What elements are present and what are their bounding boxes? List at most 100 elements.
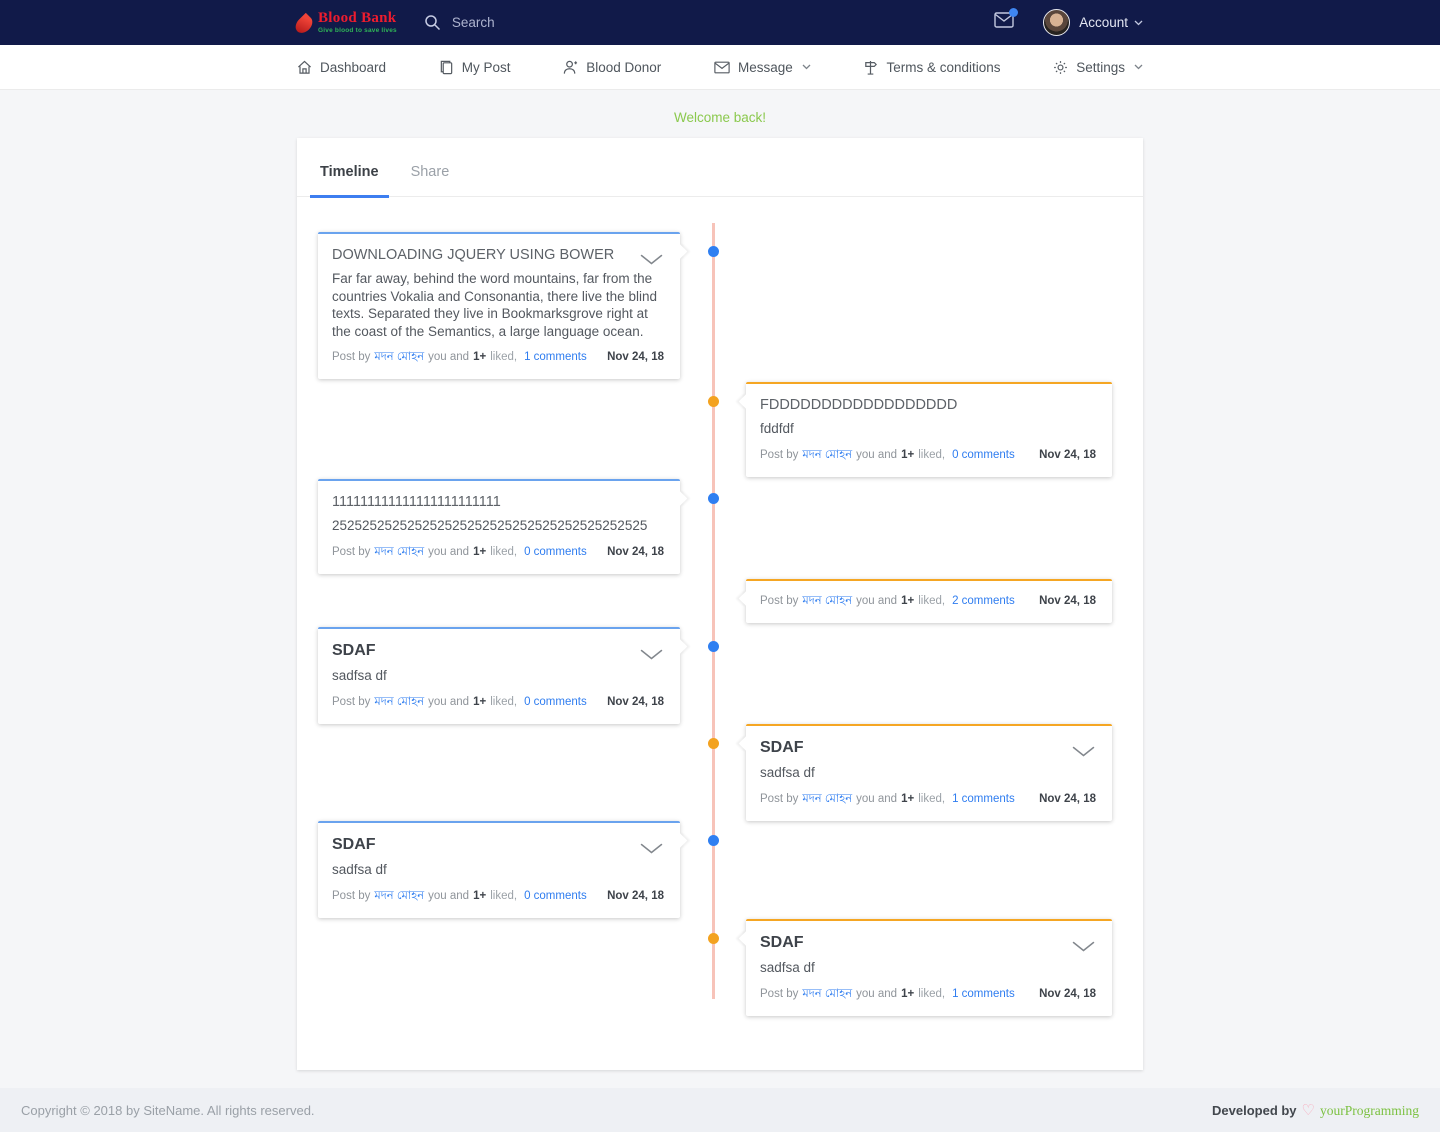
author-link[interactable]: মদন মোহন xyxy=(374,887,424,906)
post-by-label: Post by xyxy=(332,890,370,902)
you-and-label: you and xyxy=(856,988,897,1000)
post-by-label: Post by xyxy=(760,793,798,805)
post-meta: Post by মদন মোহন you and 1+ liked, 0 com… xyxy=(332,887,664,906)
sign-icon xyxy=(863,60,878,75)
post-body: sadfsa df xyxy=(332,667,664,685)
tab-bar: Timeline Share xyxy=(297,138,1143,197)
comments-link[interactable]: 1 comments xyxy=(952,988,1015,1000)
author-link[interactable]: মদন মোহন xyxy=(802,985,852,1004)
chevron-down-icon[interactable] xyxy=(1072,939,1095,957)
timeline-dot xyxy=(708,835,719,846)
post-meta: Post by মদন মোহন you and 1+ liked, 2 com… xyxy=(760,592,1096,611)
liked-label: liked, xyxy=(918,793,945,805)
post-meta: Post by মদন মোহন you and 1+ liked, 1 com… xyxy=(332,348,664,367)
post-body: Far far away, behind the word mountains,… xyxy=(332,270,664,340)
avatar[interactable] xyxy=(1043,9,1070,36)
nav-item-label: Message xyxy=(738,60,793,75)
chevron-down-icon xyxy=(1134,20,1143,26)
comments-link[interactable]: 0 comments xyxy=(952,449,1015,461)
post-date: Nov 24, 18 xyxy=(607,696,664,708)
comments-link[interactable]: 1 comments xyxy=(524,351,587,363)
chevron-down-icon[interactable] xyxy=(1072,744,1095,762)
comments-link[interactable]: 1 comments xyxy=(952,793,1015,805)
timeline-dot xyxy=(708,396,719,407)
post-meta: Post by মদন মোহন you and 1+ liked, 0 com… xyxy=(760,446,1096,465)
nav-item-settings[interactable]: Settings xyxy=(1053,60,1143,75)
chevron-down-icon xyxy=(802,64,811,70)
liked-label: liked, xyxy=(918,449,945,461)
post-title: SDAF xyxy=(332,836,664,854)
search-icon xyxy=(424,14,441,31)
nav-item-label: Blood Donor xyxy=(586,60,661,75)
you-and-label: you and xyxy=(428,696,469,708)
timeline-dot xyxy=(708,641,719,652)
author-link[interactable]: মদন মোহন xyxy=(802,790,852,809)
nav-item-label: My Post xyxy=(462,60,511,75)
liked-count: 1+ xyxy=(473,351,486,363)
post-body: sadfsa df xyxy=(760,764,1096,782)
post-card: SDAF sadfsa df Post by মদন মোহন you and … xyxy=(746,919,1112,1016)
liked-label: liked, xyxy=(918,595,945,607)
timeline-dot xyxy=(708,933,719,944)
search-box xyxy=(424,14,672,31)
brand-tagline: Give blood to save lives xyxy=(318,28,397,35)
post-card: FDDDDDDDDDDDDDDDDDD fddfdf Post by মদন ম… xyxy=(746,382,1112,477)
you-and-label: you and xyxy=(428,546,469,558)
post-meta: Post by মদন মোহন you and 1+ liked, 0 com… xyxy=(332,693,664,712)
timeline-dot xyxy=(708,246,719,257)
timeline-dot xyxy=(708,493,719,504)
post-card: SDAF sadfsa df Post by মদন মোহন you and … xyxy=(318,821,680,918)
mail-icon[interactable] xyxy=(994,12,1014,33)
nav-item-message[interactable]: Message xyxy=(714,60,811,75)
heart-icon: ♡ xyxy=(1302,1103,1315,1118)
liked-count: 1+ xyxy=(473,696,486,708)
post-meta: Post by মদন মোহন you and 1+ liked, 1 com… xyxy=(760,790,1096,809)
author-link[interactable]: মদন মোহন xyxy=(374,693,424,712)
tab-share[interactable]: Share xyxy=(401,138,460,196)
tab-timeline[interactable]: Timeline xyxy=(310,138,389,196)
home-icon xyxy=(297,60,312,75)
top-header: Blood Bank Give blood to save lives Acco… xyxy=(0,0,1440,45)
post-by-label: Post by xyxy=(332,546,370,558)
liked-label: liked, xyxy=(918,988,945,1000)
you-and-label: you and xyxy=(428,890,469,902)
author-link[interactable]: মদন মোহন xyxy=(374,348,424,367)
you-and-label: you and xyxy=(428,351,469,363)
author-link[interactable]: মদন মোহন xyxy=(802,592,852,611)
author-link[interactable]: মদন মোহন xyxy=(374,543,424,562)
page-body: Welcome back! Timeline Share DOWNLOADING… xyxy=(0,90,1440,1088)
post-meta: Post by মদন মোহন you and 1+ liked, 0 com… xyxy=(332,543,664,562)
blood-drop-icon xyxy=(292,12,315,35)
post-title: SDAF xyxy=(760,739,1096,757)
post-title: FDDDDDDDDDDDDDDDDDD xyxy=(760,397,1096,413)
liked-label: liked, xyxy=(490,546,517,558)
post-body: sadfsa df xyxy=(760,959,1096,977)
account-menu[interactable]: Account xyxy=(1079,15,1143,30)
post-date: Nov 24, 18 xyxy=(1039,988,1096,1000)
post-title: 111111111111111111111111 xyxy=(332,494,664,510)
search-input[interactable] xyxy=(452,15,672,30)
comments-link[interactable]: 2 comments xyxy=(952,595,1015,607)
chevron-down-icon[interactable] xyxy=(640,252,663,270)
chevron-down-icon[interactable] xyxy=(640,647,663,665)
comments-link[interactable]: 0 comments xyxy=(524,890,587,902)
account-label: Account xyxy=(1079,15,1128,30)
nav-item-blood-donor[interactable]: Blood Donor xyxy=(563,60,661,75)
nav-item-terms-conditions[interactable]: Terms & conditions xyxy=(863,60,1000,75)
brand-logo[interactable]: Blood Bank Give blood to save lives xyxy=(297,11,397,35)
chevron-down-icon[interactable] xyxy=(640,841,663,859)
timeline-dot xyxy=(708,738,719,749)
nav-item-my-post[interactable]: My Post xyxy=(439,60,511,75)
comments-link[interactable]: 0 comments xyxy=(524,546,587,558)
copyright-text: Copyright © 2018 by SiteName. All rights… xyxy=(21,1103,315,1118)
welcome-message: Welcome back! xyxy=(0,90,1440,125)
comments-link[interactable]: 0 comments xyxy=(524,696,587,708)
post-date: Nov 24, 18 xyxy=(1039,595,1096,607)
developer-link[interactable]: yourProgramming xyxy=(1320,1103,1419,1119)
author-link[interactable]: মদন মোহন xyxy=(802,446,852,465)
post-by-label: Post by xyxy=(332,696,370,708)
post-by-label: Post by xyxy=(760,595,798,607)
nav-item-dashboard[interactable]: Dashboard xyxy=(297,60,386,75)
you-and-label: you and xyxy=(856,793,897,805)
brand-name: Blood Bank xyxy=(318,11,397,26)
